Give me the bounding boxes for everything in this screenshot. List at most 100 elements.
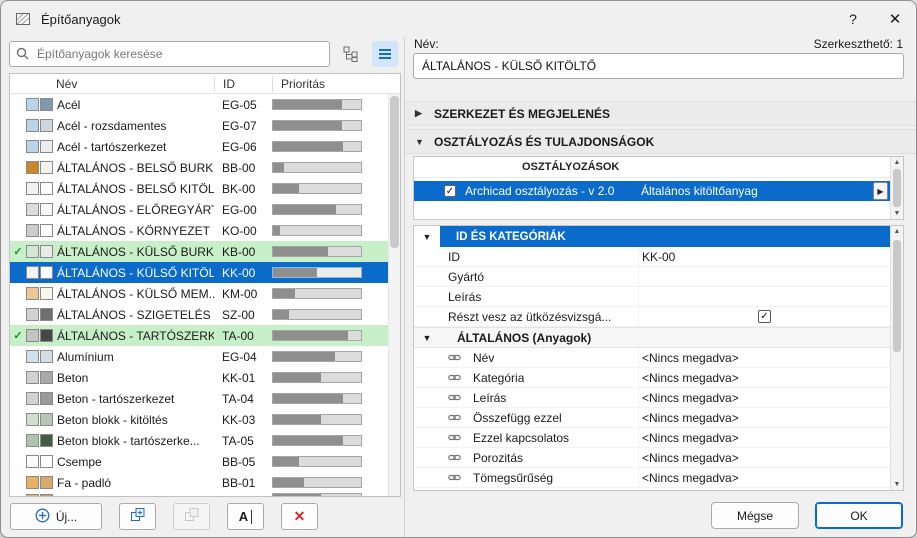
section-structure-appearance[interactable]: ▶ SZERKEZET ÉS MEGJELENÉS [405, 101, 916, 126]
surface-swatch-icon [40, 266, 53, 279]
priority-bar [272, 393, 362, 404]
material-row[interactable]: ÁLTALÁNOS - KÖRNYEZETKO-00 [10, 220, 388, 241]
material-name-input[interactable] [413, 53, 904, 79]
ok-button[interactable]: OK [815, 502, 903, 529]
property-row[interactable]: Részt vesz az ütközésvizsgá...✓ [414, 307, 890, 327]
material-row[interactable]: ÁLTALÁNOS - SZIGETELÉSSZ-00 [10, 304, 388, 325]
collision-detection-checkbox[interactable]: ✓ [758, 310, 771, 323]
search-input[interactable] [9, 41, 330, 67]
property-row[interactable]: Összefügg ezzel<Nincs megadva> [414, 408, 890, 428]
fill-swatch-icon [26, 476, 39, 489]
property-row[interactable]: Ezzel kapcsolatos<Nincs megadva> [414, 428, 890, 448]
surface-swatch-icon [40, 98, 53, 111]
property-row[interactable]: Név<Nincs megadva> [414, 348, 890, 368]
close-button[interactable]: ✕ [874, 1, 916, 37]
property-row[interactable]: Porozitás<Nincs megadva> [414, 448, 890, 468]
fill-swatch-icon [26, 308, 39, 321]
surface-swatch-icon [40, 476, 53, 489]
duplicate-button[interactable] [119, 503, 156, 530]
material-row[interactable]: BetonKK-01 [10, 367, 388, 388]
property-label: Kategória [473, 371, 524, 385]
column-header-id[interactable]: ID [214, 76, 272, 92]
surface-swatch-icon [40, 203, 53, 216]
material-row[interactable]: Beton blokk - tartószerke...TA-05 [10, 430, 388, 451]
materials-toolbar: Új... A ✕ [10, 503, 318, 530]
material-row[interactable]: ✓ÁLTALÁNOS - KÜLSŐ BURK...KB-00 [10, 241, 388, 262]
fill-swatch-icon [26, 371, 39, 384]
material-name: ÁLTALÁNOS - BELSŐ KITÖL... [57, 182, 214, 196]
property-value: <Nincs megadva> [638, 368, 890, 387]
material-row[interactable]: Acél - tartószerkezetEG-06 [10, 136, 388, 157]
material-row[interactable]: Fa - padlóBB-01 [10, 472, 388, 493]
scrollbar-thumb[interactable] [390, 96, 399, 248]
classification-row[interactable]: ✓ Archicad osztályozás - v 2.0 Általános… [414, 181, 890, 201]
materials-scrollbar[interactable] [388, 94, 400, 496]
properties-panel: ▼ ID ÉS KATEGÓRIÁK IDKK-00GyártóLeírásRé… [413, 225, 904, 491]
new-button[interactable]: Új... [10, 503, 102, 530]
surface-swatch-icon [40, 245, 53, 258]
surface-swatch-icon [40, 287, 53, 300]
scroll-up-icon[interactable]: ▲ [891, 228, 903, 235]
classification-checkbox[interactable]: ✓ [444, 185, 456, 197]
material-row[interactable] [10, 493, 388, 496]
material-id: EG-04 [214, 350, 264, 364]
surface-swatch-icon [40, 413, 53, 426]
material-row[interactable]: Beton - tartószerkezetTA-04 [10, 388, 388, 409]
fill-swatch-icon [26, 494, 39, 496]
column-header-name[interactable]: Név [56, 77, 214, 91]
fill-swatch-icon [26, 455, 39, 468]
fill-swatch-icon [26, 392, 39, 405]
material-row[interactable]: ÁLTALÁNOS - KÜLSŐ KITÖL...KK-00 [10, 262, 388, 283]
material-row[interactable]: Acél - rozsdamentesEG-07 [10, 115, 388, 136]
priority-bar [272, 414, 362, 425]
property-row[interactable]: Leírás<Nincs megadva> [414, 388, 890, 408]
material-row[interactable]: ÁLTALÁNOS - BELSŐ BURK...BB-00 [10, 157, 388, 178]
priority-bar [272, 456, 362, 467]
help-button[interactable]: ? [832, 1, 874, 37]
property-row[interactable]: Leírás [414, 287, 890, 307]
material-row[interactable]: ✓ÁLTALÁNOS - TARTÓSZERK...TA-00 [10, 325, 388, 346]
fill-swatch-icon [26, 140, 39, 153]
material-name: ÁLTALÁNOS - SZIGETELÉS [57, 308, 214, 322]
rename-button[interactable]: A [227, 503, 264, 530]
classification-picker-button[interactable]: ▶ [873, 182, 888, 200]
surface-swatch-icon [40, 140, 53, 153]
property-row[interactable]: IDKK-00 [414, 247, 890, 267]
material-row[interactable]: ÁLTALÁNOS - ELŐREGYÁRT...EG-00 [10, 199, 388, 220]
scrollbar-thumb[interactable] [893, 240, 901, 352]
tree-view-button[interactable] [338, 41, 364, 67]
scroll-down-icon[interactable]: ▼ [891, 481, 903, 488]
delete-button[interactable]: ✕ [281, 503, 318, 530]
material-row[interactable]: Beton blokk - kitöltésKK-03 [10, 409, 388, 430]
material-row[interactable]: AlumíniumEG-04 [10, 346, 388, 367]
property-row[interactable]: Kategória <Nincs megadva> [414, 368, 890, 388]
property-row[interactable]: Gyártó [414, 267, 890, 287]
name-label: Név: [414, 37, 439, 51]
property-group-id-categories[interactable]: ▼ ID ÉS KATEGÓRIÁK [414, 226, 890, 247]
property-value: <Nincs megadva> [638, 388, 890, 407]
fill-swatch-icon [26, 413, 39, 426]
material-row[interactable]: CsempeBB-05 [10, 451, 388, 472]
material-id: SZ-00 [214, 308, 264, 322]
scrollbar-thumb[interactable] [893, 169, 901, 207]
cancel-button[interactable]: Mégse [711, 502, 799, 529]
material-name: Acél - rozsdamentes [57, 119, 214, 133]
material-name: ÁLTALÁNOS - KÖRNYEZET [57, 224, 214, 238]
material-row[interactable]: ÁLTALÁNOS - KÜLSŐ MEM...KM-00 [10, 283, 388, 304]
material-row[interactable]: ÁLTALÁNOS - BELSŐ KITÖL...BK-00 [10, 178, 388, 199]
classifications-scrollbar[interactable]: ▲ ▼ [890, 157, 903, 219]
table-header: Név ID Prioritás [10, 74, 400, 94]
materials-list: AcélEG-05Acél - rozsdamentesEG-07Acél - … [10, 94, 388, 496]
property-row[interactable]: Tömegsűrűség<Nincs megadva> [414, 468, 890, 488]
material-row[interactable]: AcélEG-05 [10, 94, 388, 115]
properties-scrollbar[interactable]: ▲ ▼ [890, 226, 903, 490]
property-label: ID [448, 250, 460, 264]
column-header-priority[interactable]: Prioritás [272, 76, 400, 92]
section-classification-properties[interactable]: ▼ OSZTÁLYOZÁS ÉS TULAJDONSÁGOK [405, 129, 916, 154]
property-group-general-materials[interactable]: ▼ ÁLTALÁNOS (Anyagok) [414, 327, 890, 348]
scroll-up-icon[interactable]: ▲ [891, 159, 903, 166]
material-name: ÁLTALÁNOS - KÜLSŐ MEM... [57, 287, 214, 301]
fill-swatch-icon [26, 203, 39, 216]
scroll-down-icon[interactable]: ▼ [891, 210, 903, 217]
list-view-button[interactable] [372, 41, 398, 67]
